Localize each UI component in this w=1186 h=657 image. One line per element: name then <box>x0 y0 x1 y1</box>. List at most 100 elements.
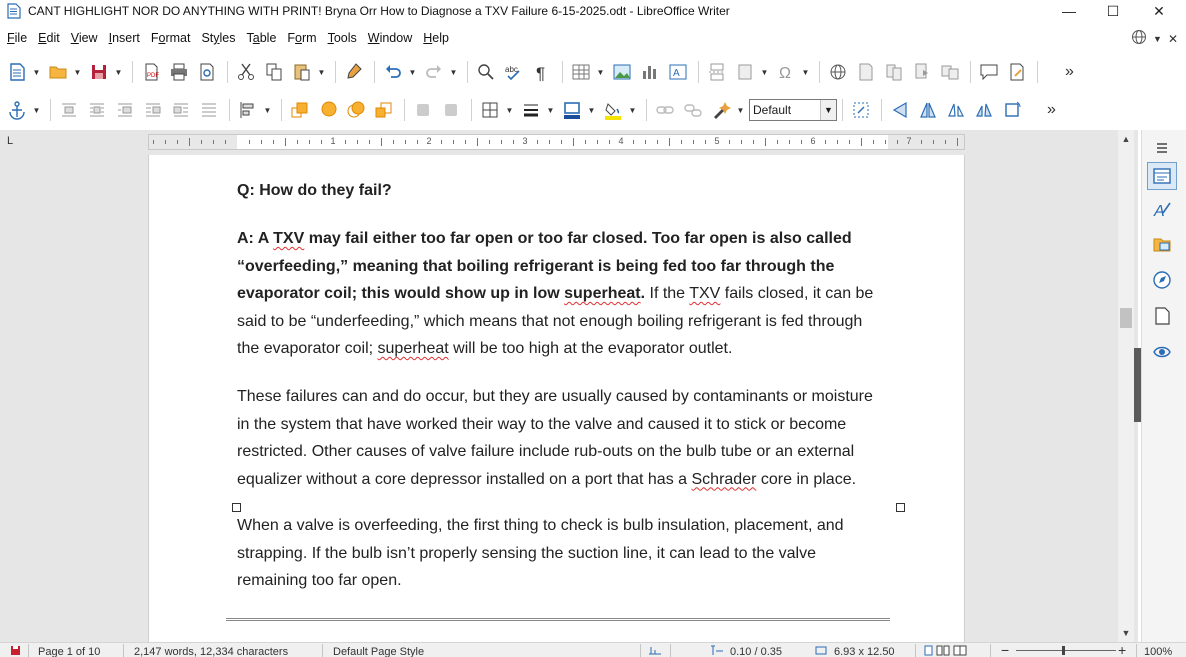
document-modified-icon[interactable] <box>10 645 21 657</box>
open-folder-icon[interactable] <box>45 59 71 85</box>
spelling-icon[interactable]: abc <box>501 59 527 85</box>
border-style-dropdown-icon[interactable]: ▼ <box>546 97 555 123</box>
menu-view[interactable]: View <box>71 31 98 45</box>
insert-image-icon[interactable] <box>609 59 635 85</box>
tab-stop-selector[interactable]: L <box>0 130 20 152</box>
insert-field-icon[interactable] <box>732 59 758 85</box>
unlink-frames-icon[interactable] <box>680 97 706 123</box>
find-replace-icon[interactable] <box>473 59 499 85</box>
vertical-scrollbar[interactable]: ▲ ▼ <box>1118 130 1134 642</box>
wrap-left-icon[interactable] <box>140 97 166 123</box>
save-dropdown-icon[interactable]: ▼ <box>114 59 123 85</box>
scroll-up-icon[interactable]: ▲ <box>1118 132 1134 146</box>
menu-file[interactable]: File <box>7 31 27 45</box>
answer-paragraph[interactable]: A: A TXV may fail either too far open or… <box>237 225 877 363</box>
chevron-down-icon[interactable]: ▼ <box>820 100 836 120</box>
edit-object-icon[interactable] <box>708 97 734 123</box>
menu-window[interactable]: Window <box>368 31 412 45</box>
paste-icon[interactable] <box>289 59 315 85</box>
spell-error-superheat-2[interactable]: superheat <box>378 340 449 357</box>
spell-error-txv[interactable]: TXV <box>273 230 304 247</box>
forward-one-icon[interactable] <box>315 97 341 123</box>
frame-properties-icon[interactable] <box>848 97 874 123</box>
redo-icon[interactable] <box>421 59 447 85</box>
bring-to-front-icon[interactable] <box>287 97 313 123</box>
zoom-slider[interactable] <box>1016 650 1116 651</box>
menu-styles[interactable]: Styles <box>201 31 235 45</box>
close-window-button[interactable]: ✕ <box>1136 0 1182 22</box>
spell-error-txv-2[interactable]: TXV <box>689 285 720 302</box>
save-icon[interactable] <box>86 59 112 85</box>
zoom-out-button[interactable]: − <box>1001 642 1009 657</box>
insert-cross-reference-icon[interactable] <box>937 59 963 85</box>
zoom-level[interactable]: 100% <box>1144 646 1172 657</box>
insert-bookmark-icon[interactable] <box>909 59 935 85</box>
language-globe-icon[interactable] <box>1131 29 1147 48</box>
export-pdf-icon[interactable]: PDF <box>138 59 164 85</box>
to-foreground-icon[interactable] <box>410 97 436 123</box>
border-color-dropdown-icon[interactable]: ▼ <box>587 97 596 123</box>
borders-dropdown-icon[interactable]: ▼ <box>505 97 514 123</box>
flip-horizontal-icon[interactable] <box>915 97 941 123</box>
sidebar-menu-icon[interactable] <box>1147 134 1177 162</box>
maximize-button[interactable]: ☐ <box>1090 0 1136 22</box>
back-one-icon[interactable] <box>343 97 369 123</box>
special-char-dropdown-icon[interactable]: ▼ <box>801 59 810 85</box>
menu-tools[interactable]: Tools <box>328 31 357 45</box>
rotate-icon[interactable] <box>999 97 1025 123</box>
insert-text-box-icon[interactable]: A <box>665 59 691 85</box>
frame-style-select[interactable]: Default ▼ <box>749 99 837 121</box>
clone-formatting-icon[interactable] <box>341 59 367 85</box>
insert-comment-icon[interactable] <box>976 59 1002 85</box>
wrap-through-icon[interactable] <box>196 97 222 123</box>
border-color-icon[interactable] <box>559 97 585 123</box>
style-inspector-icon[interactable] <box>1147 338 1177 366</box>
open-dropdown-icon[interactable]: ▼ <box>73 59 82 85</box>
print-icon[interactable] <box>166 59 192 85</box>
insert-hyperlink-icon[interactable] <box>825 59 851 85</box>
menu-format[interactable]: Format <box>151 31 191 45</box>
borders-icon[interactable] <box>477 97 503 123</box>
insert-footnote-icon[interactable] <box>853 59 879 85</box>
document-page[interactable]: Q: How do they fail? A: A TXV may fail e… <box>148 155 965 642</box>
track-changes-icon[interactable] <box>1004 59 1030 85</box>
toolbar2-overflow-button[interactable]: » <box>1047 101 1056 119</box>
edit-object-dropdown-icon[interactable]: ▼ <box>736 97 745 123</box>
zoom-slider-thumb[interactable] <box>1062 646 1065 655</box>
frame-resize-handle-right[interactable] <box>896 503 905 512</box>
styles-icon[interactable]: A <box>1147 196 1177 224</box>
view-layout-buttons[interactable] <box>924 645 967 656</box>
send-to-back-icon[interactable] <box>371 97 397 123</box>
copy-icon[interactable] <box>261 59 287 85</box>
word-count[interactable]: 2,147 words, 12,334 characters <box>134 646 288 657</box>
page-wrap-icon[interactable] <box>84 97 110 123</box>
area-fill-icon[interactable] <box>600 97 626 123</box>
field-dropdown-icon[interactable]: ▼ <box>760 59 769 85</box>
scroll-thumb[interactable] <box>1120 308 1132 328</box>
link-frames-icon[interactable] <box>652 97 678 123</box>
insert-chart-icon[interactable] <box>637 59 663 85</box>
wrap-off-icon[interactable] <box>56 97 82 123</box>
align-objects-icon[interactable] <box>235 97 261 123</box>
rotate-left-icon[interactable] <box>943 97 969 123</box>
area-fill-dropdown-icon[interactable]: ▼ <box>628 97 637 123</box>
scroll-down-icon[interactable]: ▼ <box>1118 626 1134 640</box>
zoom-in-button[interactable]: + <box>1118 642 1126 657</box>
anchor-icon[interactable] <box>4 97 30 123</box>
spell-error-schrader[interactable]: Schrader <box>692 471 757 488</box>
insert-table-icon[interactable] <box>568 59 594 85</box>
formatting-marks-icon[interactable]: ¶ <box>529 59 555 85</box>
paste-dropdown-icon[interactable]: ▼ <box>317 59 326 85</box>
spell-error-superheat[interactable]: superheat <box>564 285 640 302</box>
minimize-button[interactable]: — <box>1046 0 1092 22</box>
undo-icon[interactable] <box>380 59 406 85</box>
navigator-icon[interactable] <box>1147 266 1177 294</box>
insert-endnote-icon[interactable] <box>881 59 907 85</box>
properties-icon[interactable] <box>1147 162 1177 190</box>
overfeeding-paragraph[interactable]: When a valve is overfeeding, the first t… <box>237 512 877 595</box>
new-dropdown-icon[interactable]: ▼ <box>32 59 41 85</box>
question-heading[interactable]: Q: How do they fail? <box>237 177 877 205</box>
menu-edit[interactable]: Edit <box>38 31 60 45</box>
menu-insert[interactable]: Insert <box>109 31 140 45</box>
align-dropdown-icon[interactable]: ▼ <box>263 97 272 123</box>
